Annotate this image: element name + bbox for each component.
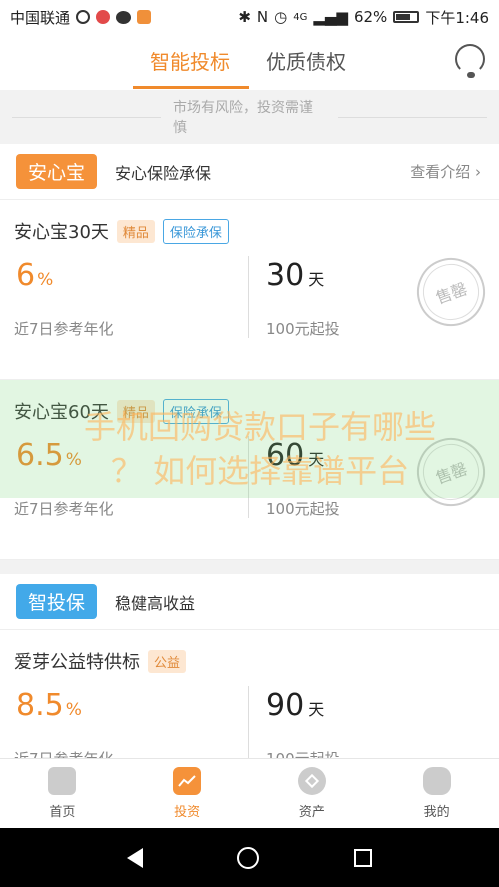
divider [12,116,162,118]
tag-insured: 保险承保 [162,218,229,244]
carrier-label: 中国联通 [10,8,71,27]
app-store-icon [137,10,152,24]
headset-icon[interactable] [455,44,485,78]
sold-out-stamp: 售罄 [407,428,495,516]
divider [248,686,249,768]
divider [338,116,488,118]
product-title: 安心宝60天 精品 保险承保 [14,398,229,424]
recent-apps-icon[interactable] [353,848,372,867]
home-icon [48,767,77,795]
product-name: 安心宝30天 [14,222,109,243]
risk-notice-text: 市场有风险，投资需谨慎 [173,100,314,136]
bluetooth-icon: ✱ [238,8,251,26]
view-intro-link[interactable]: 查看介绍 › [410,161,481,182]
tab-quality-debt[interactable]: 优质债权 [266,46,346,75]
signal-icon: ▂▄▆ [313,8,348,26]
chart-icon [173,767,202,795]
nav-profile[interactable]: 我的 [374,759,499,828]
nfc-icon: N [256,8,269,26]
tag-charity: 公益 [148,649,187,673]
nav-invest[interactable]: 投资 [125,759,250,828]
clock: 下午1:46 [425,8,489,27]
product-title: 爱芽公益特供标 公益 [14,648,187,674]
status-bar: 中国联通 ✱ N ◷ 4G ▂▄▆ 62% 下午1:46 [0,0,499,34]
nav-label: 资产 [298,805,325,820]
alarm-icon: ◷ [274,8,288,26]
section-badge: 智投保 [16,584,98,619]
nav-label: 投资 [174,805,201,820]
term-days: 90 天 [266,688,325,723]
tag-premium: 精品 [116,219,155,243]
product-name: 安心宝60天 [14,402,109,423]
network-type: 4G [293,11,308,23]
back-icon[interactable] [127,847,144,868]
product-card[interactable]: 安心宝30天 精品 保险承保 6% 近7日参考年化 30 天 100元起投 售罄 [0,200,499,380]
bottom-nav: 首页 投资 资产 我的 [0,758,499,828]
sync-icon [76,10,91,24]
rate-value: 8.5% [16,688,82,723]
top-tab-bar: 智能投标 优质债权 [0,34,499,90]
nav-home[interactable]: 首页 [0,759,125,828]
divider [248,256,249,338]
profile-icon [422,767,451,795]
divider [248,436,249,518]
rate-value: 6% [16,258,54,293]
battery-percent: 62% [353,8,388,26]
rate-label: 近7日参考年化 [14,500,114,518]
product-title: 安心宝30天 精品 保险承保 [14,218,229,244]
risk-notice: 市场有风险，投资需谨慎 [0,90,499,144]
chat-notification-icon [116,10,132,24]
system-nav-bar [0,828,499,887]
term-days: 30 天 [266,258,325,293]
min-invest: 100元起投 [266,320,340,338]
section-header: 安心宝 安心保险承保 查看介绍 › [0,144,499,200]
nav-label: 我的 [423,805,450,820]
tab-smart-bid[interactable]: 智能投标 [150,46,230,75]
asset-icon [297,767,326,795]
nav-label: 首页 [49,805,76,820]
section-description: 安心保险承保 [115,163,212,183]
section-header: 智投保 稳健高收益 [0,574,499,630]
product-card[interactable]: 安心宝60天 精品 保险承保 6.5% 近7日参考年化 60 天 100元起投 售… [0,380,499,560]
app-notification-icon [96,10,111,24]
rate-label: 近7日参考年化 [14,320,114,338]
product-name: 爱芽公益特供标 [14,652,140,673]
sold-out-stamp: 售罄 [407,248,495,336]
tag-insured: 保险承保 [162,398,229,424]
battery-icon [393,11,420,23]
term-days: 60 天 [266,438,325,473]
home-button-icon[interactable] [237,846,260,869]
tag-premium: 精品 [116,399,155,423]
section-anxinbao: 安心宝 安心保险承保 查看介绍 › 安心宝30天 精品 保险承保 6% 近7日参… [0,144,499,560]
min-invest: 100元起投 [266,500,340,518]
nav-assets[interactable]: 资产 [250,759,375,828]
section-description: 稳健高收益 [115,593,196,613]
section-badge: 安心宝 [16,154,98,189]
chevron-right-icon: › [475,163,481,181]
rate-value: 6.5% [16,438,82,473]
active-tab-indicator [133,86,249,89]
